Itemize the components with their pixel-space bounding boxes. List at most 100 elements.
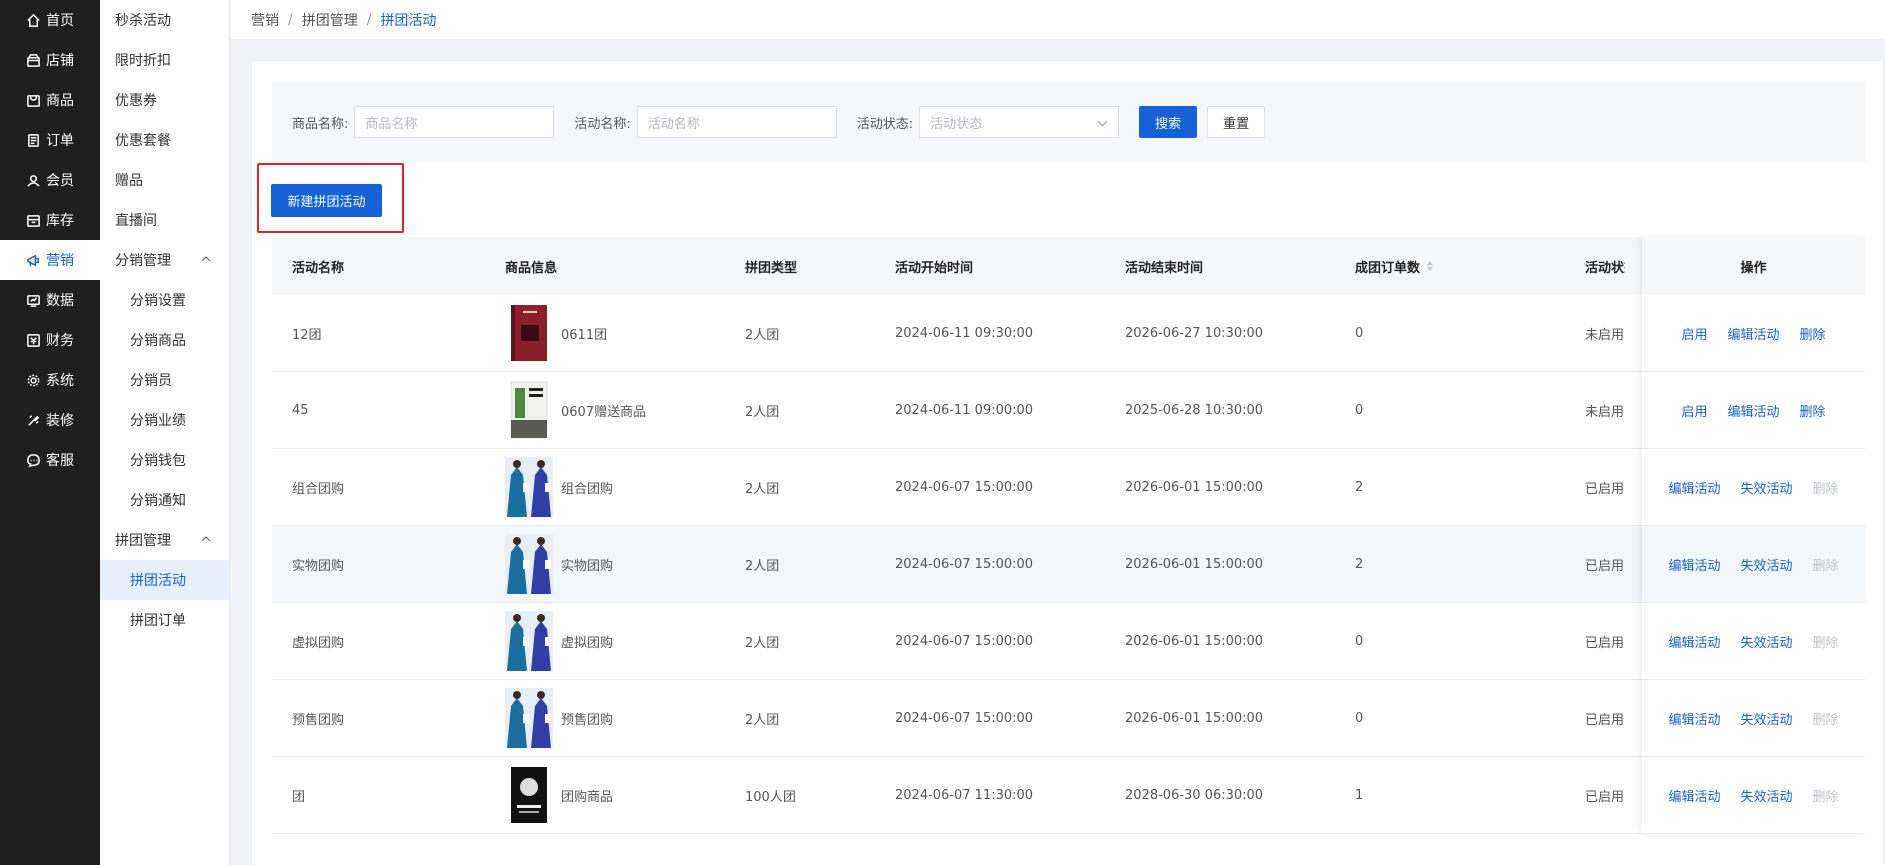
row-action-link[interactable]: 失效活动: [1740, 786, 1792, 805]
nav-main-label: 订单: [46, 133, 74, 149]
table-header: 活动名称 商品信息 拼团类型 活动开始时间 活动结束时间 成团订单数 活动状态: [272, 237, 1865, 295]
goods-thumbnail: [505, 457, 553, 517]
nav-sub-item[interactable]: 分销商品: [100, 320, 229, 360]
cell-end-time: 2028-06-30 06:30:00: [1125, 787, 1264, 803]
cell-end-time: 2026-06-01 15:00:00: [1125, 479, 1264, 495]
goods-name-input[interactable]: 商品名称: [354, 106, 555, 138]
nav-sub-item[interactable]: 拼团活动: [100, 560, 229, 600]
reset-button[interactable]: 重置: [1207, 106, 1266, 138]
nav-sub-group[interactable]: 拼团管理: [100, 520, 229, 560]
goods-name: 预售团购: [561, 712, 614, 728]
nav-main-item[interactable]: 会员: [0, 160, 100, 200]
nav-sub-item[interactable]: 优惠套餐: [100, 120, 229, 160]
cell-order-count: 0: [1355, 325, 1364, 341]
operations-row: 编辑活动 失效活动 删除: [1642, 526, 1865, 603]
col-order-count[interactable]: 成团订单数: [1355, 257, 1585, 276]
chevron-down-icon: [1097, 120, 1108, 127]
col-end-time: 活动结束时间: [1125, 260, 1204, 276]
cell-start-time: 2024-06-07 15:00:00: [895, 556, 1034, 572]
row-action-link[interactable]: 启用: [1681, 324, 1707, 343]
cell-goods-info: 团购商品: [505, 765, 745, 825]
nav-sub-item[interactable]: 限时折扣: [100, 40, 229, 80]
cell-end-time: 2025-06-28 10:30:00: [1125, 402, 1264, 418]
operations-row: 编辑活动 失效活动 删除: [1642, 449, 1865, 526]
row-action-link[interactable]: 编辑活动: [1668, 478, 1720, 497]
nav-main-label: 数据: [46, 293, 74, 309]
cell-order-count: 0: [1355, 633, 1364, 649]
nav-sub-item[interactable]: 分销钱包: [100, 440, 229, 480]
row-action-link: 删除: [1812, 558, 1839, 574]
cell-group-type: 2人团: [745, 712, 780, 728]
nav-sub-item[interactable]: 优惠券: [100, 80, 229, 120]
goods-name: 实物团购: [561, 558, 614, 574]
nav-main-item[interactable]: 营销: [0, 240, 100, 280]
row-action-link[interactable]: 启用: [1681, 401, 1707, 420]
operations-row: 启用 编辑活动 删除: [1642, 372, 1865, 449]
row-action-link[interactable]: 编辑活动: [1668, 786, 1720, 805]
cell-activity-status: 已启用: [1585, 558, 1625, 574]
cell-activity-status: 已启用: [1585, 481, 1625, 497]
home-icon: [27, 13, 40, 27]
nav-sub-item[interactable]: 秒杀活动: [100, 0, 229, 40]
row-action-link[interactable]: 编辑活动: [1668, 632, 1720, 651]
sort-icon[interactable]: [1426, 260, 1434, 272]
row-action-link[interactable]: 编辑活动: [1668, 709, 1720, 728]
row-action-link[interactable]: 编辑活动: [1727, 401, 1779, 420]
row-action-link[interactable]: 失效活动: [1740, 478, 1792, 497]
row-action-link[interactable]: 失效活动: [1740, 632, 1792, 651]
row-action-link[interactable]: 编辑活动: [1727, 324, 1779, 343]
cell-order-count: 1: [1355, 787, 1364, 803]
nav-main-item[interactable]: 订单: [0, 120, 100, 160]
nav-sub-item[interactable]: 分销设置: [100, 280, 229, 320]
nav-sub-item[interactable]: 赠品: [100, 160, 229, 200]
table-row: 预售团购 预售团购 2人团 2024-06-07 15:00:00 2026-06-01…: [272, 680, 1865, 757]
nav-main-label: 客服: [46, 453, 74, 469]
nav-main-item[interactable]: 财务: [0, 320, 100, 360]
cell-activity-status: 已启用: [1585, 712, 1625, 728]
nav-sub-item[interactable]: 分销业绩: [100, 400, 229, 440]
filter-bar: 商品名称: 商品名称 活动名称: 活动名称 活动状态: 活动状态 搜索 重置: [272, 82, 1865, 162]
nav-main-item[interactable]: 店铺: [0, 40, 100, 80]
activity-name-input[interactable]: 活动名称: [636, 106, 837, 138]
nav-main-item[interactable]: 系统: [0, 360, 100, 400]
nav-main-item[interactable]: 装修: [0, 400, 100, 440]
cell-group-type: 2人团: [745, 481, 780, 497]
nav-sub-item[interactable]: 分销通知: [100, 480, 229, 520]
row-action-link[interactable]: 编辑活动: [1668, 555, 1720, 574]
table-row: 团 团购商品 100人团 2024-06-07 11:30:00 2028-06-30 …: [272, 757, 1865, 834]
activity-status-select[interactable]: 活动状态: [919, 106, 1120, 138]
row-action-link[interactable]: 失效活动: [1740, 709, 1792, 728]
row-action-link[interactable]: 删除: [1800, 324, 1826, 343]
cell-group-type: 100人团: [745, 789, 796, 805]
nav-main-item[interactable]: 数据: [0, 280, 100, 320]
nav-sub-label: 分销钱包: [130, 453, 186, 469]
nav-sub-label: 分销业绩: [130, 413, 186, 429]
breadcrumb-current: 拼团活动: [380, 12, 437, 29]
cell-goods-info: 0607赠送商品: [505, 380, 745, 440]
nav-main-item[interactable]: 客服: [0, 440, 100, 480]
nav-sub-group[interactable]: 分销管理: [100, 240, 229, 280]
cell-activity-status: 已启用: [1585, 635, 1625, 651]
new-group-activity-button[interactable]: 新建拼团活动: [271, 184, 382, 217]
nav-sub-item[interactable]: 分销员: [100, 360, 229, 400]
cell-order-count: 0: [1355, 402, 1364, 418]
activity-status-placeholder: 活动状态: [930, 116, 983, 132]
system-icon: [27, 374, 40, 386]
breadcrumb-item[interactable]: 营销: [251, 10, 279, 30]
nav-main-item[interactable]: 商品: [0, 80, 100, 120]
row-action-link[interactable]: 失效活动: [1740, 555, 1792, 574]
breadcrumb-item[interactable]: 拼团管理: [302, 10, 358, 30]
nav-main-label: 首页: [46, 13, 74, 29]
nav-sub-item[interactable]: 拼团订单: [100, 600, 229, 640]
goods-name: 组合团购: [561, 481, 614, 497]
cell-goods-info: 实物团购: [505, 534, 745, 594]
table-row: 实物团购 实物团购 2人团 2024-06-07 15:00:00 2026-06-01…: [272, 526, 1865, 603]
row-action-link[interactable]: 删除: [1800, 401, 1826, 420]
nav-sub-item[interactable]: 直播间: [100, 200, 229, 240]
cell-group-type: 2人团: [745, 404, 780, 420]
nav-main-item[interactable]: 库存: [0, 200, 100, 240]
nav-main-item[interactable]: 首页: [0, 0, 100, 40]
cell-activity-name: 实物团购: [292, 558, 345, 574]
search-button[interactable]: 搜索: [1139, 106, 1198, 138]
col-activity-name: 活动名称: [292, 260, 345, 276]
